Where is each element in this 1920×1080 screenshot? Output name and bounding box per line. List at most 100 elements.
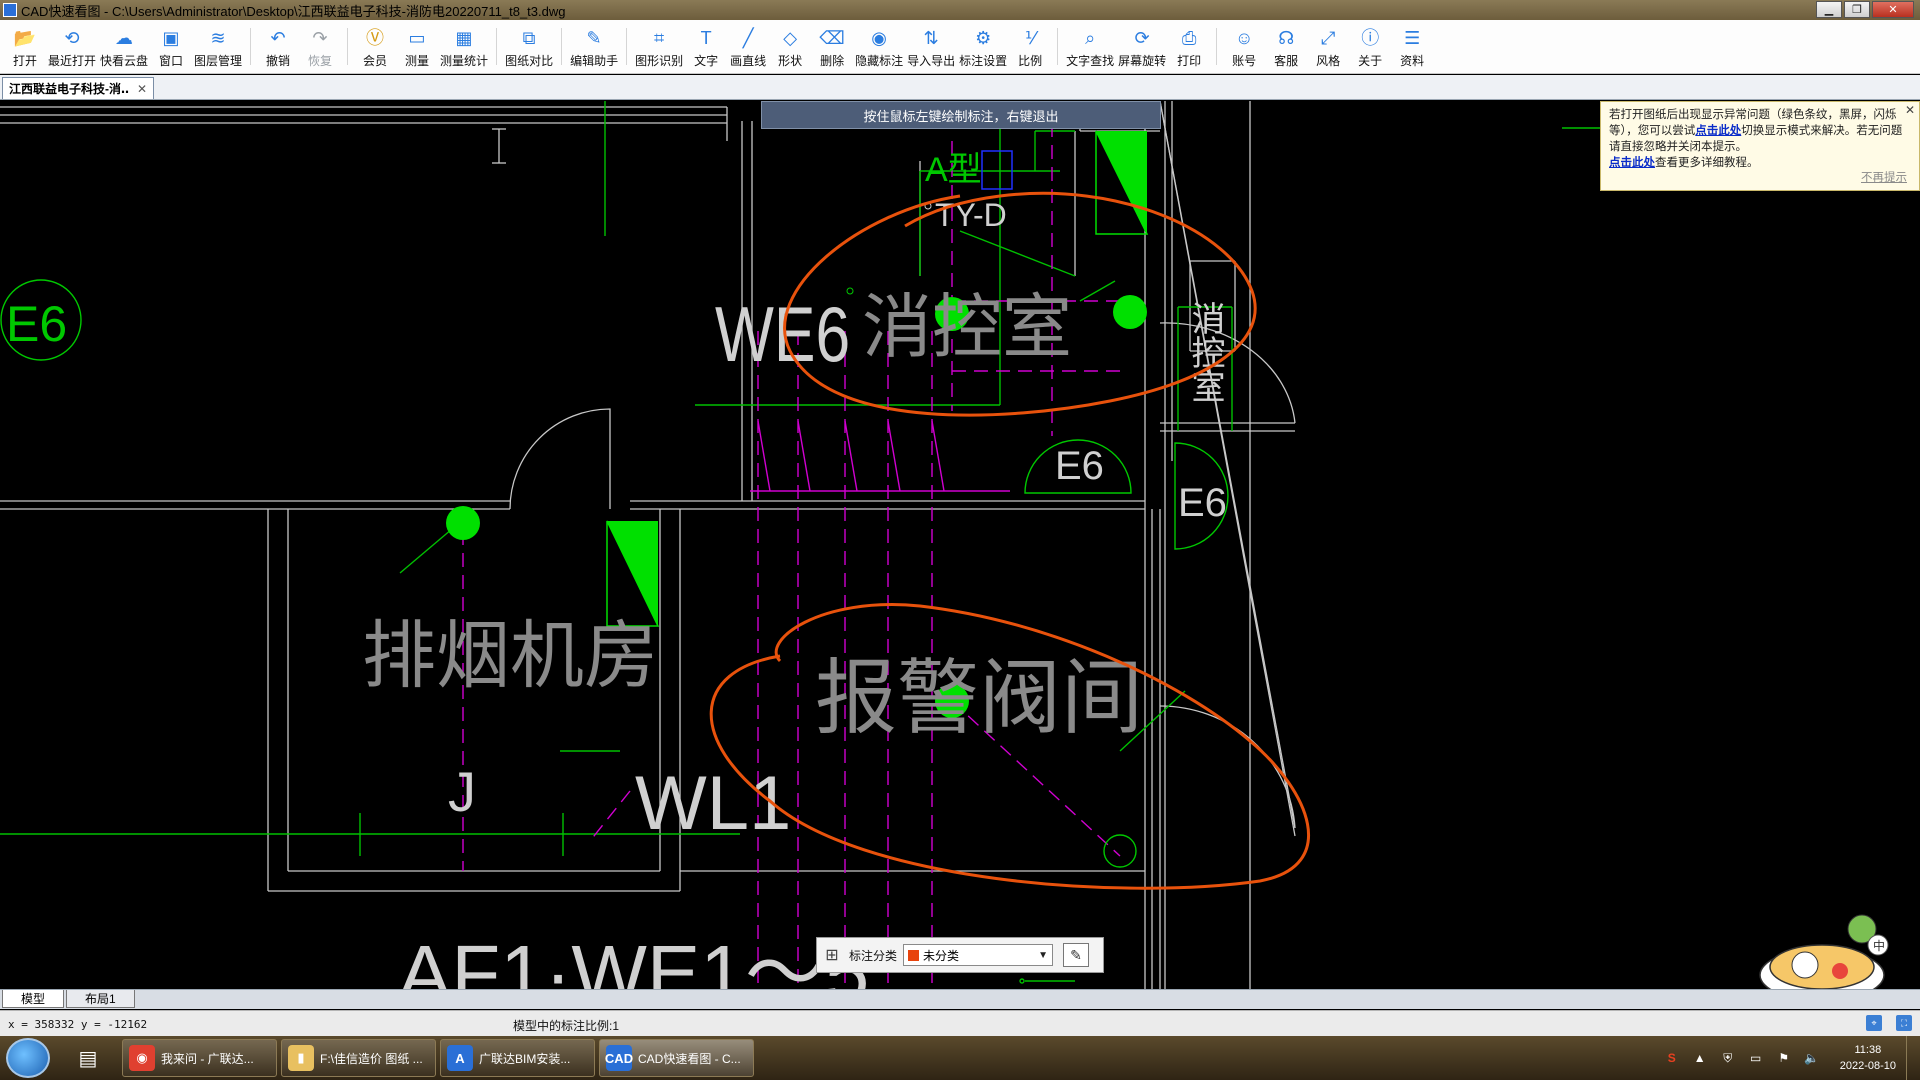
taskbar-task-2[interactable]: A 广联达BIM安装... <box>440 1039 595 1077</box>
toolbar-button-23[interactable]: ⎙ 打印 <box>1170 20 1208 73</box>
notice-text-3: 查看更多详细教程。 <box>1655 157 1759 169</box>
edit-category-icon[interactable]: ✎ <box>1063 943 1090 967</box>
taskbar-task-label: 广联达BIM安装... <box>479 1051 571 1066</box>
toolbar-button-10[interactable]: ⧉ 图纸对比 <box>505 20 553 73</box>
toolbar-button-24[interactable]: ☺ 账号 <box>1225 20 1263 73</box>
toolbar-button-20[interactable]: ⅟ 比例 <box>1011 20 1049 73</box>
notice-close-icon[interactable]: ✕ <box>1905 102 1915 118</box>
system-clock[interactable]: 11:38 2022-08-10 <box>1840 1042 1896 1074</box>
toolbar-button-25[interactable]: ☊ 客服 <box>1267 20 1305 73</box>
close-window-button[interactable]: ✕ <box>1872 1 1914 18</box>
maximize-button[interactable]: ❐ <box>1844 1 1870 18</box>
toolbar-button-label: 编辑助手 <box>570 54 619 68</box>
tab-model[interactable]: 模型 <box>2 990 65 1008</box>
toolbar-button-13[interactable]: T 文字 <box>687 20 725 73</box>
ruler-icon: ▭ <box>408 28 426 48</box>
fullscreen-icon[interactable]: ⛶ <box>1896 1015 1912 1031</box>
toolbar-button-label: 测量统计 <box>440 54 489 68</box>
close-tab-icon[interactable]: ✕ <box>137 82 147 96</box>
toolbar-button-4[interactable]: ≋ 图层管理 <box>194 20 242 73</box>
minimize-button[interactable]: ▁ <box>1816 1 1842 18</box>
taskbar-task-label: CAD快速看图 - C... <box>638 1051 741 1066</box>
annotation-category-value: 未分类 <box>923 948 960 963</box>
toolbar-button-label: 标注设置 <box>959 54 1008 68</box>
security-shield-icon[interactable]: ⛨ <box>1719 1049 1737 1067</box>
toolbar-button-19[interactable]: ⚙ 标注设置 <box>959 20 1007 73</box>
annotation-category-label: 标注分类 <box>849 948 898 963</box>
toolbar-button-27[interactable]: ⓘ 关于 <box>1351 20 1389 73</box>
toolbar-button-22[interactable]: ⟳ 屏幕旋转 <box>1118 20 1166 73</box>
toolbar-button-label: 测量 <box>405 54 430 68</box>
toolbar-button-6[interactable]: ↷ 恢复 <box>301 20 339 73</box>
vip-icon: Ⓥ <box>366 28 385 48</box>
taskbar-task-1[interactable]: ▮ F:\佳信造价 图纸 ... <box>281 1039 436 1077</box>
calculator-icon[interactable]: ▤ <box>68 1040 108 1076</box>
toolbar-button-0[interactable]: 📂 打开 <box>6 20 44 73</box>
toolbar-button-9[interactable]: ▦ 测量统计 <box>440 20 488 73</box>
cad-drawing: E6 WE6 A型 TY-D 消控室 E6 E6 消控室 排烟机房 报警阀间 J… <box>0 101 1600 989</box>
toolbar-button-28[interactable]: ☰ 资料 <box>1393 20 1431 73</box>
toolbar-separator <box>347 28 349 65</box>
import-export-icon: ⇅ <box>923 28 939 48</box>
toolbar-button-label: 账号 <box>1232 54 1257 68</box>
toolbar-separator <box>626 28 628 65</box>
drawing-canvas[interactable]: E6 WE6 A型 TY-D 消控室 E6 E6 消控室 排烟机房 报警阀间 J… <box>0 101 1920 989</box>
toolbar-button-2[interactable]: ☁ 快看云盘 <box>100 20 148 73</box>
toolbar-button-18[interactable]: ⇅ 导入导出 <box>907 20 955 73</box>
scale-icon: ⅟ <box>1025 28 1036 48</box>
toolbar-button-17[interactable]: ◉ 隐藏标注 <box>855 20 903 73</box>
label-a-type: A型 <box>925 151 982 189</box>
notice-link-switch-mode[interactable]: 点击此处 <box>1695 125 1741 137</box>
taskbar-tasks: ◉ 我来问 - 广联达... ▮ F:\佳信造价 图纸 ... A 广联达BIM安装...… <box>118 1039 754 1077</box>
rotate-screen-icon: ⟳ <box>1134 28 1150 48</box>
notice-link-tutorial[interactable]: 点击此处 <box>1609 157 1655 169</box>
label-e6-right: E6 <box>1178 481 1227 525</box>
toolbar-button-7[interactable]: Ⓥ 会员 <box>356 20 394 73</box>
toolbar-button-label: 风格 <box>1316 54 1341 68</box>
toolbar-separator <box>496 28 498 65</box>
document-tab[interactable]: 江西联益电子科技-消‥ ✕ <box>2 77 155 99</box>
cad-icon: CAD <box>605 1045 633 1071</box>
toolbar-button-3[interactable]: ▣ 窗口 <box>152 20 190 73</box>
hide-icon: ◉ <box>871 28 887 48</box>
toolbar-button-label: 打印 <box>1177 54 1202 68</box>
toolbar-button-16[interactable]: ⌫ 删除 <box>813 20 851 73</box>
toolbar-button-8[interactable]: ▭ 测量 <box>398 20 436 73</box>
label-smoke-exhaust-room: 排烟机房 <box>362 614 658 697</box>
annotation-category-select[interactable]: 未分类 ▼ <box>903 944 1054 966</box>
drawing-hint-banner: 按住鼠标左键绘制标注，右键退出 <box>761 101 1161 129</box>
label-j: J <box>448 760 476 823</box>
label-e6-left: E6 <box>6 296 67 352</box>
show-desktop-button[interactable] <box>1906 1036 1920 1080</box>
toolbar-button-1[interactable]: ⟲ 最近打开 <box>48 20 96 73</box>
text-search-icon: ⌕ <box>1085 28 1096 48</box>
taskbar-task-0[interactable]: ◉ 我来问 - 广联达... <box>122 1039 277 1077</box>
taskbar-task-3[interactable]: CAD CAD快速看图 - C... <box>599 1039 754 1077</box>
toolbar-button-label: 关于 <box>1358 54 1383 68</box>
notice-no-remind-link[interactable]: 不再提示 <box>1861 170 1907 186</box>
start-button[interactable] <box>6 1038 50 1078</box>
toolbar-button-14[interactable]: ╱ 画直线 <box>729 20 767 73</box>
printer-icon: ⎙ <box>1181 28 1197 48</box>
toolbar-button-26[interactable]: ⤢ 风格 <box>1309 20 1347 73</box>
flag-icon[interactable]: ⚑ <box>1775 1049 1793 1067</box>
grid-icon[interactable]: ⊞ <box>823 946 841 964</box>
network-icon[interactable]: ▭ <box>1747 1049 1765 1067</box>
toolbar-button-5[interactable]: ↶ 撤销 <box>259 20 297 73</box>
toolbar-button-15[interactable]: ◇ 形状 <box>771 20 809 73</box>
chrome-icon: ◉ <box>129 1045 155 1071</box>
tab-layout1[interactable]: 布局1 <box>66 990 135 1008</box>
text-icon: T <box>700 28 712 48</box>
label-fire-control-room: 消控室 <box>862 288 1072 366</box>
sogou-input-icon[interactable]: S <box>1663 1049 1681 1067</box>
volume-icon[interactable]: 🔈 <box>1803 1049 1821 1067</box>
toolbar-button-12[interactable]: ⌗ 图形识别 <box>635 20 683 73</box>
clock-date: 2022-08-10 <box>1839 1060 1896 1072</box>
app-icon <box>3 3 17 17</box>
tray-expand-icon[interactable]: ▲ <box>1691 1049 1709 1067</box>
snap-icon[interactable]: ⌖ <box>1866 1015 1882 1031</box>
toolbar-button-label: 撤销 <box>266 54 291 68</box>
window-icon: ▣ <box>162 28 180 48</box>
toolbar-button-21[interactable]: ⌕ 文字查找 <box>1066 20 1114 73</box>
toolbar-button-11[interactable]: ✎ 编辑助手 <box>570 20 618 73</box>
